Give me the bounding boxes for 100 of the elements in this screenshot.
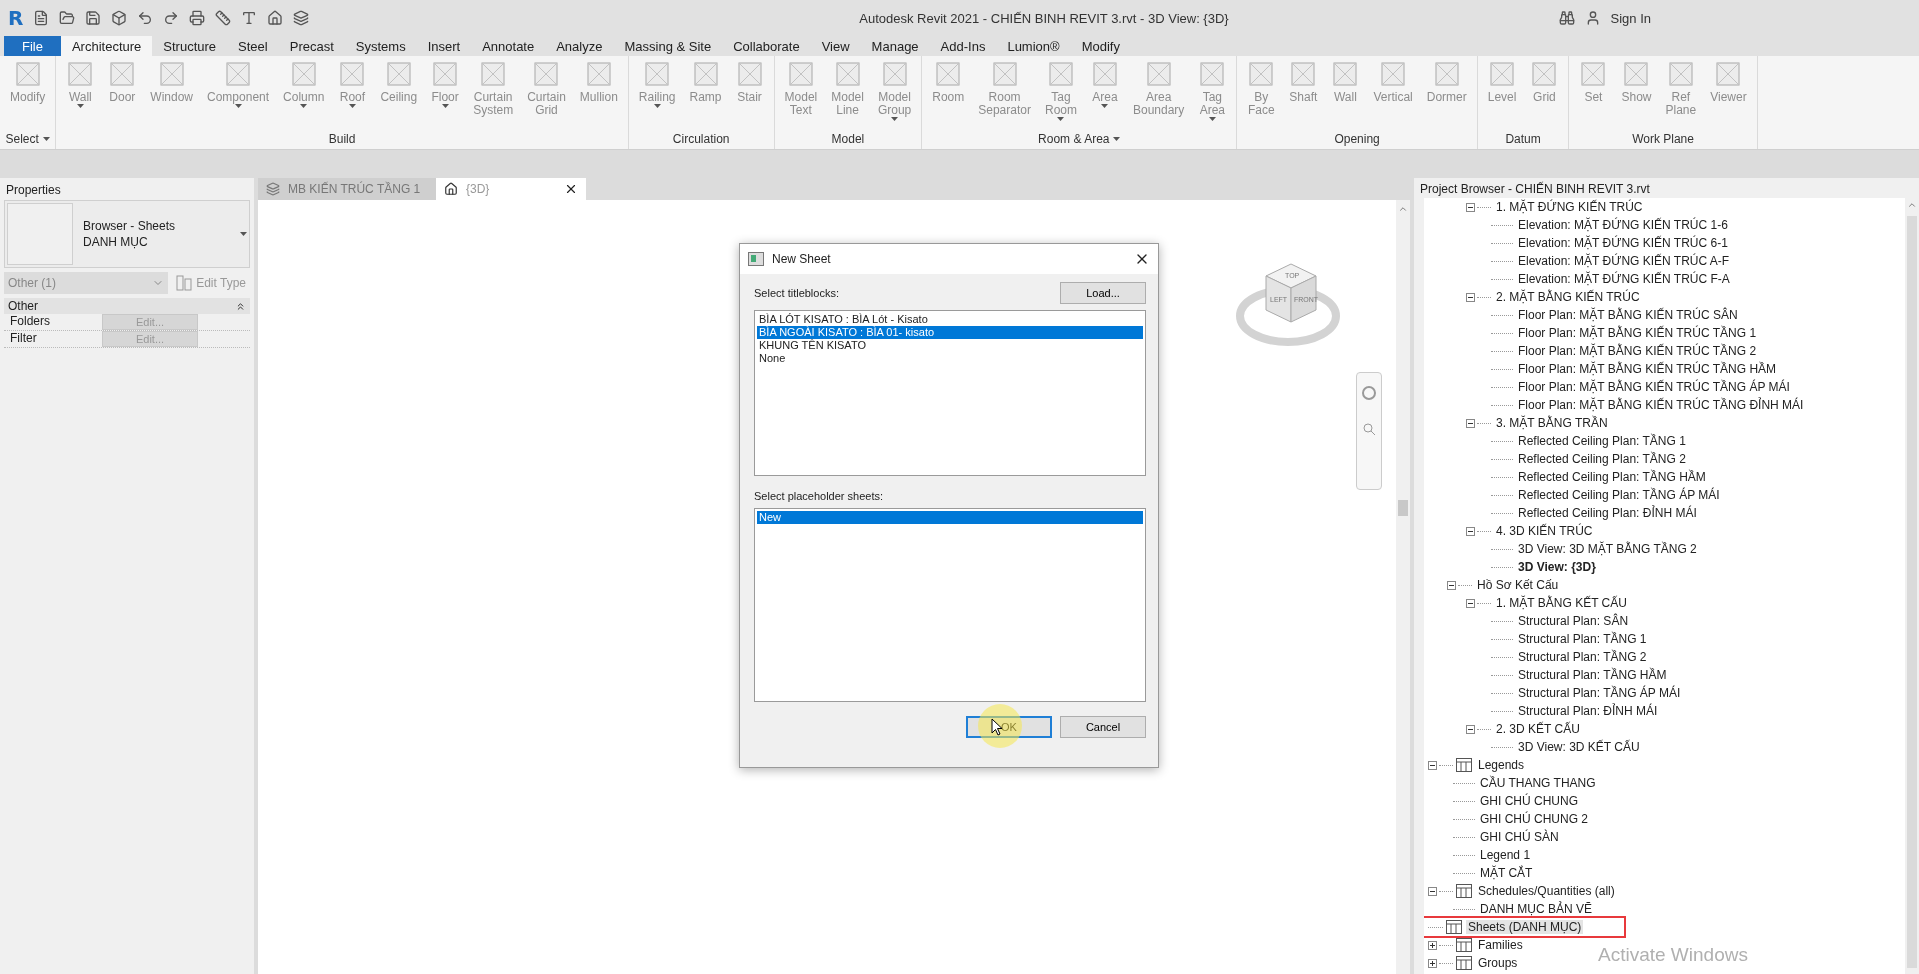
tree-item[interactable]: Groups (1476, 956, 1520, 970)
ruler-icon[interactable] (215, 10, 232, 26)
type-selector[interactable]: Browser - Sheets DANH MỤC (4, 200, 250, 268)
tree-item[interactable]: Reflected Ceiling Plan: TẦNG 1 (1516, 434, 1688, 448)
tree-item[interactable]: Structural Plan: TẦNG 1 (1516, 632, 1649, 646)
tree-item[interactable]: Floor Plan: MẶT BẰNG KIẾN TRÚC TẦNG ÁP MÁI (1516, 380, 1792, 394)
ribbon-tab[interactable]: File (4, 36, 61, 56)
ribbon-tab[interactable]: Collaborate (722, 36, 811, 56)
tree-item[interactable]: Reflected Ceiling Plan: ĐỈNH MÁI (1516, 506, 1699, 520)
ribbon-tab[interactable]: View (810, 36, 861, 56)
tree-item[interactable]: Floor Plan: MẶT BẰNG KIẾN TRÚC TẦNG ĐỈNH MÁI (1516, 398, 1806, 412)
ribbon-tab[interactable]: Insert (416, 36, 472, 56)
tree-item[interactable]: Structural Plan: SÂN (1516, 614, 1631, 628)
tree-item[interactable]: CẦU THANG THANG (1478, 776, 1598, 790)
sign-in-link[interactable]: Sign In (1610, 10, 1651, 26)
app-logo[interactable]: R (8, 6, 24, 30)
tree-item[interactable]: Floor Plan: MẶT BẰNG KIẾN TRÚC TẦNG 1 (1516, 326, 1759, 340)
tree-item[interactable]: Families (1476, 938, 1525, 952)
tree-item[interactable]: Structural Plan: TẦNG HẦM (1516, 668, 1669, 682)
collapse-icon[interactable] (1466, 418, 1475, 428)
collapse-icon[interactable] (1466, 526, 1475, 536)
tree-item[interactable]: Structural Plan: ĐỈNH MÁI (1516, 704, 1660, 718)
tree-item[interactable]: 4. 3D KIẾN TRÚC (1494, 524, 1595, 538)
scrollbar[interactable] (1905, 198, 1919, 974)
tree-item[interactable]: Reflected Ceiling Plan: TẦNG 2 (1516, 452, 1688, 466)
tree-item[interactable]: Structural Plan: TẦNG 2 (1516, 650, 1649, 664)
open-folder-icon[interactable] (59, 10, 76, 26)
text-icon[interactable] (241, 10, 258, 26)
caret-icon (1057, 117, 1065, 121)
tree-item[interactable]: Floor Plan: MẶT BẰNG KIẾN TRÚC TẦNG 2 (1516, 344, 1759, 358)
ribbon-tab[interactable]: Manage (860, 36, 930, 56)
ribbon-tab[interactable]: Analyze (545, 36, 614, 56)
save-icon[interactable] (85, 10, 102, 26)
list-item[interactable]: None (757, 352, 1143, 365)
tree-item[interactable]: Elevation: MẶT ĐỨNG KIẾN TRÚC F-A (1516, 272, 1732, 286)
ribbon-tab[interactable]: Systems (344, 36, 417, 56)
group-label[interactable]: Room & Area (1038, 132, 1110, 146)
tree-item[interactable]: Hồ Sơ Kết Cấu (1475, 578, 1561, 592)
tree-item[interactable]: Structural Plan: TẦNG ÁP MÁI (1516, 686, 1683, 700)
ribbon-tab[interactable]: Structure (152, 36, 228, 56)
collapse-icon[interactable] (1466, 598, 1475, 608)
collapse-icon[interactable] (1428, 886, 1437, 896)
tree-item[interactable]: Floor Plan: MẶT BẰNG KIẾN TRÚC TẦNG HẦM (1516, 362, 1779, 376)
ribbon-tab[interactable]: Steel (227, 36, 279, 56)
list-item[interactable]: New (757, 511, 1143, 524)
tree-item[interactable]: Elevation: MẶT ĐỨNG KIẾN TRÚC A-F (1516, 254, 1732, 268)
tree-item[interactable]: Legend 1 (1478, 848, 1533, 862)
redo-icon[interactable] (163, 10, 180, 26)
scrollbar[interactable] (1396, 200, 1410, 974)
group-label[interactable]: Select (5, 132, 39, 146)
tree-item[interactable]: 3. MẶT BẰNG TRẦN (1494, 416, 1610, 430)
tool-icon (990, 60, 1019, 88)
collapse-icon[interactable] (1466, 724, 1475, 734)
tree-item[interactable]: Floor Plan: MẶT BẰNG KIẾN TRÚC SÂN (1516, 308, 1740, 322)
collapse-icon[interactable] (1466, 202, 1475, 212)
ribbon-tab[interactable]: Annotate (471, 36, 546, 56)
tree-item[interactable]: Elevation: MẶT ĐỨNG KIẾN TRÚC 1-6 (1516, 218, 1730, 232)
list-item[interactable]: BÌA LÓT KISATO : BÌA Lót - Kisato (757, 313, 1143, 326)
tree-item[interactable]: DANH MỤC BẢN VẼ (1478, 902, 1594, 916)
ribbon-tab[interactable]: Precast (278, 36, 345, 56)
tree-item[interactable]: Reflected Ceiling Plan: TẦNG ÁP MÁI (1516, 488, 1722, 502)
ribbon-tab[interactable]: Add-Ins (929, 36, 997, 56)
tree-item[interactable]: GHI CHÚ CHUNG (1478, 794, 1580, 808)
tree-item[interactable]: GHI CHÚ SÀN (1478, 830, 1561, 844)
tree-item[interactable]: 3D View: {3D} (1516, 560, 1598, 574)
cancel-button[interactable]: Cancel (1060, 716, 1146, 738)
collapse-icon[interactable] (1428, 760, 1437, 770)
tree-item[interactable]: Reflected Ceiling Plan: TẦNG HẦM (1516, 470, 1708, 484)
tree-item[interactable]: 2. 3D KẾT CẤU (1494, 722, 1582, 736)
expand-icon[interactable] (1428, 958, 1437, 968)
tree-item[interactable]: 3D View: 3D KẾT CẤU (1516, 740, 1642, 754)
tree-item[interactable]: MẶT CẮT (1478, 866, 1535, 880)
ribbon-tab[interactable]: Architecture (60, 36, 153, 56)
tree-item[interactable]: 1. MẶT BẰNG KẾT CẤU (1494, 596, 1629, 610)
new-file-icon[interactable] (33, 10, 50, 26)
tree-item[interactable]: 3D View: 3D MẶT BẰNG TẦNG 2 (1516, 542, 1699, 556)
tree-item[interactable]: Legends (1476, 758, 1527, 772)
list-item[interactable]: KHUNG TÊN KISATO (757, 339, 1143, 352)
tree-item[interactable]: Elevation: MẶT ĐỨNG KIẾN TRÚC 6-1 (1516, 236, 1730, 250)
tree-item[interactable]: 1. MẶT ĐỨNG KIẾN TRÚC (1494, 200, 1645, 214)
tree-item[interactable]: Sheets (DANH MỤC) (1466, 920, 1584, 934)
load-button[interactable]: Load... (1060, 282, 1146, 304)
layers-icon[interactable] (293, 10, 310, 26)
collapse-icon[interactable] (1447, 580, 1456, 590)
undo-icon[interactable] (137, 10, 154, 26)
list-item[interactable]: BÌA NGOÀI KISATO : BÌA 01- kisato (757, 326, 1143, 339)
print-icon[interactable] (189, 10, 206, 26)
expand-icon[interactable] (1428, 940, 1437, 950)
collapse-icon[interactable] (1466, 292, 1475, 302)
scroll-thumb[interactable] (1398, 500, 1408, 516)
ribbon-tab[interactable]: Lumion® (996, 36, 1071, 56)
home-icon[interactable] (267, 10, 284, 26)
ribbon-tab[interactable]: Modify (1070, 36, 1131, 56)
cube-icon[interactable] (111, 10, 128, 26)
ribbon-tab[interactable]: Massing & Site (613, 36, 723, 56)
tree-item[interactable]: GHI CHÚ CHUNG 2 (1478, 812, 1590, 826)
tree-item[interactable]: 2. MẶT BẰNG KIẾN TRÚC (1494, 290, 1642, 304)
tree-item[interactable]: Schedules/Quantities (all) (1476, 884, 1617, 898)
binoculars-icon[interactable] (1558, 10, 1575, 26)
close-icon[interactable] (564, 182, 578, 196)
